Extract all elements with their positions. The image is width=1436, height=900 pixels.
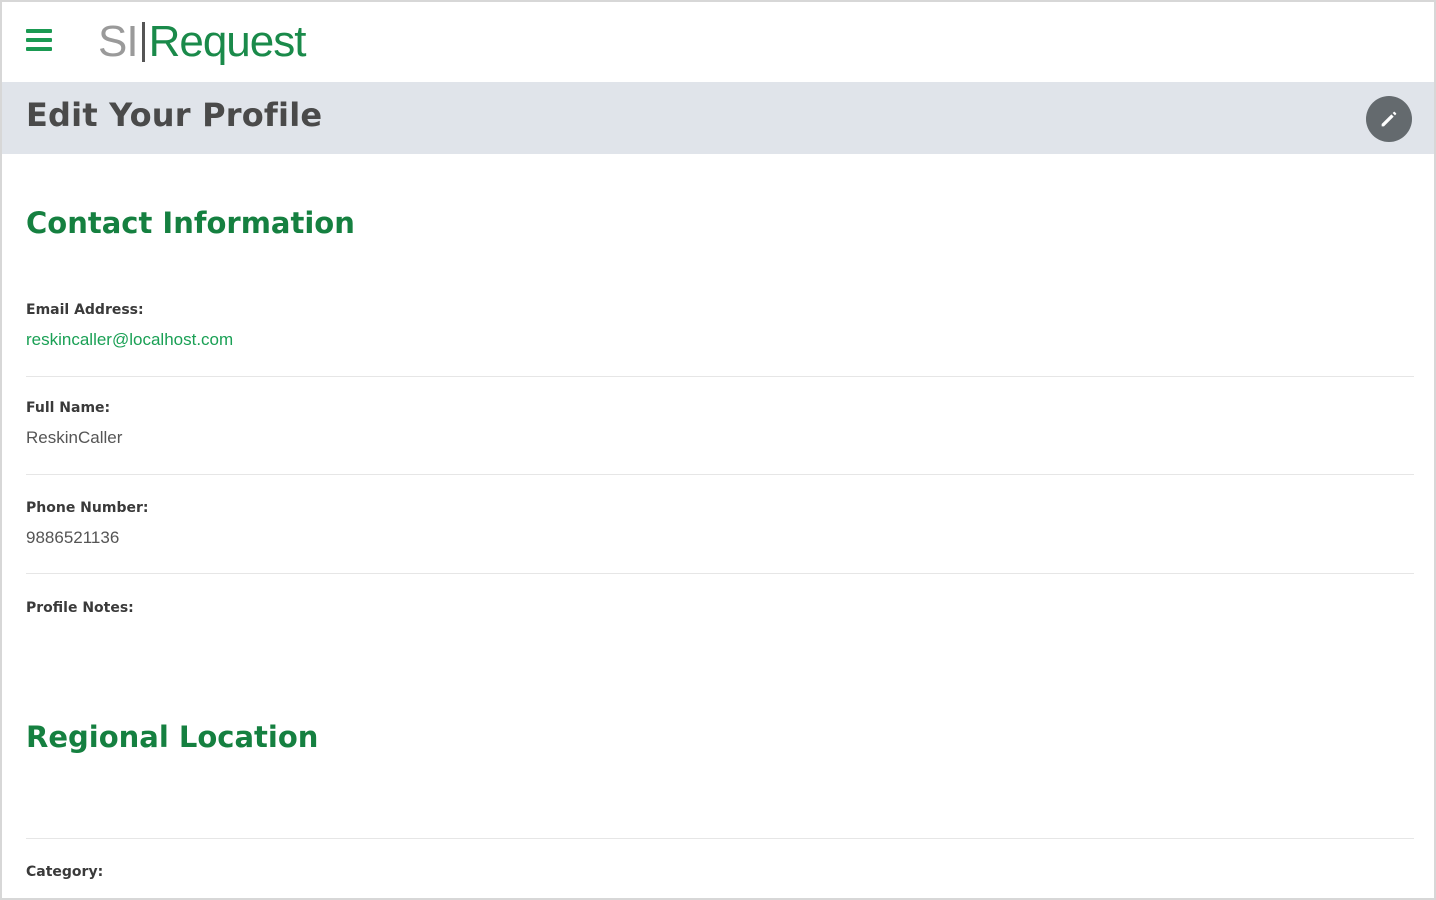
divider [26,573,1414,574]
phone-label: Phone Number: [26,500,149,516]
menu-line [26,47,52,51]
pencil-icon [1381,111,1397,127]
phone-field: Phone Number: 9886521136 [26,500,1414,560]
email-label: Email Address: [26,302,144,318]
full-name-value: ReskinCaller [26,428,123,447]
divider [26,376,1414,377]
logo-separator [141,22,145,62]
regional-section-title: Regional Location [26,720,319,754]
contact-section-title: Contact Information [26,206,355,240]
full-name-label: Full Name: [26,400,111,416]
menu-line [26,38,52,42]
divider [26,838,1414,839]
email-field: Email Address: reskincaller@localhost.co… [26,302,1414,362]
phone-value: 9886521136 [26,528,120,547]
profile-notes-field: Profile Notes: [26,600,1414,660]
logo-suffix: Request [148,17,307,66]
category-label: Category: [26,864,104,880]
full-name-field: Full Name: ReskinCaller [26,400,1414,460]
app-window: SI Request Edit Your Profile Contact Inf… [0,0,1436,900]
profile-notes-label: Profile Notes: [26,600,134,616]
divider [26,474,1414,475]
menu-line [26,29,52,33]
hamburger-menu-icon[interactable] [26,28,54,56]
edit-profile-button[interactable] [1366,96,1412,142]
email-link[interactable]: reskincaller@localhost.com [26,330,233,350]
category-field: Category: [26,864,1414,898]
page-title: Edit Your Profile [26,96,323,134]
page-header: Edit Your Profile [2,82,1434,154]
logo-prefix: SI [98,17,139,66]
top-bar: SI Request [2,2,1434,82]
app-logo[interactable]: SI Request [98,14,307,70]
